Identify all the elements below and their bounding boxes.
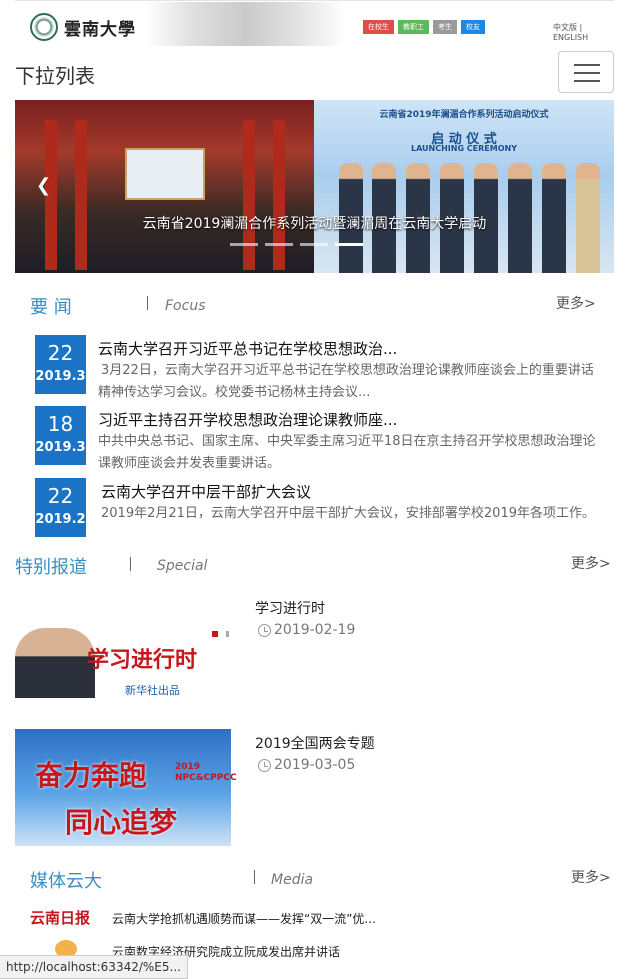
special-title-link[interactable]: 2019全国两会专题: [255, 733, 375, 753]
section-divider: [130, 557, 131, 571]
dropdown-nav-title: 下拉列表: [15, 64, 95, 88]
browser-status-url: http://localhost:63342/%E5...: [0, 955, 188, 979]
carousel-dot[interactable]: [265, 243, 293, 246]
language-switch[interactable]: 中文版 | ENGLISH: [553, 22, 614, 42]
focus-section-title: 要 闻: [30, 297, 72, 318]
media-news-link[interactable]: 云南大学抢抓机遇顺势而谋——发挥“双一流”优...: [112, 910, 376, 927]
media-more-link[interactable]: 更多>: [571, 867, 611, 887]
university-seal-icon: [30, 13, 58, 41]
role-student-link[interactable]: 在校生: [363, 20, 394, 34]
portrait-figure: [15, 628, 95, 698]
news-summary: 3月22日，云南大学召开习近平总书记在学校思想政治理论课教师座谈会上的重要讲话精…: [98, 363, 594, 400]
news-date-badge: 22 2019.3: [35, 335, 86, 394]
carousel-dot[interactable]: [300, 243, 328, 246]
study-time-image-text: 学习进行时: [87, 648, 198, 673]
news-date-badge: 18 2019.3: [35, 406, 86, 465]
study-time-image[interactable]: 学习进行时 新华社出品: [15, 598, 231, 720]
slide-header: 云南省2019年澜湄合作系列活动启动仪式: [379, 110, 549, 120]
npc-image-line2: 同心追梦: [65, 806, 178, 839]
slide-image-auditorium: [15, 100, 314, 273]
study-time-image-subtext: 新华社出品: [125, 684, 180, 697]
role-staff-link[interactable]: 教职工: [398, 20, 429, 34]
news-title-link[interactable]: 云南大学召开习近平总书记在学校思想政治...: [98, 338, 428, 359]
carousel-dot-active[interactable]: [335, 243, 363, 246]
news-title-link[interactable]: 云南大学召开中层干部扩大会议: [101, 481, 431, 502]
media-section-title: 媒体云大: [30, 871, 102, 892]
special-section-title: 特别报道: [15, 557, 87, 578]
news-carousel[interactable]: 云南省2019年澜湄合作系列活动启动仪式 启 动 仪 式 LAUNCHING C…: [15, 100, 614, 273]
news-title-link[interactable]: 习近平主持召开学校思想政治理论课教师座...: [98, 409, 428, 430]
special-date: 2019-02-19: [258, 622, 355, 638]
section-divider: [254, 870, 255, 884]
role-links: 在校生 教职工 考生 校友: [363, 20, 485, 34]
role-applicant-link[interactable]: 考生: [433, 20, 457, 34]
carousel-caption[interactable]: 云南省2019澜湄合作系列活动暨澜湄周在云南大学启动: [15, 213, 614, 233]
clock-icon: [258, 623, 271, 637]
media-section-en: Media: [271, 872, 314, 888]
carousel-dot[interactable]: [230, 243, 258, 246]
yunnan-daily-logo: 云南日报: [30, 909, 91, 927]
logo-text: 雲南大學: [64, 19, 136, 40]
news-summary: 2019年2月21日，云南大学召开中层干部扩大会议，安排部署学校2019年各项工…: [101, 506, 595, 521]
focus-section-en: Focus: [165, 298, 206, 314]
slide-ceremony-subtitle: LAUNCHING CEREMONY: [410, 144, 518, 153]
npc-image-tag: 2019 NPC&CPPCC: [175, 762, 237, 783]
menu-toggle-button[interactable]: [558, 51, 614, 93]
news-summary: 中共中央总书记、国家主席、中央军委主席习近平18日在京主持召开学校思想政治理论课…: [98, 434, 596, 471]
university-logo[interactable]: 雲南大學: [30, 11, 145, 43]
npc-image-line1: 奋力奔跑: [35, 759, 148, 792]
special-title-link[interactable]: 学习进行时: [255, 598, 325, 618]
clock-icon: [258, 758, 271, 772]
slide-image-ceremony: 云南省2019年澜湄合作系列活动启动仪式 启 动 仪 式 LAUNCHING C…: [314, 100, 614, 273]
special-more-link[interactable]: 更多>: [571, 553, 611, 573]
section-divider: [147, 296, 148, 310]
focus-more-link[interactable]: 更多>: [556, 293, 596, 313]
npc-topic-image[interactable]: 奋力奔跑 同心追梦 2019 NPC&CPPCC: [15, 729, 237, 846]
role-alumni-link[interactable]: 校友: [461, 20, 485, 34]
top-header: 雲南大學 在校生 教职工 考生 校友 中文版 | ENGLISH: [15, 0, 614, 46]
special-date: 2019-03-05: [258, 757, 355, 773]
campus-banner-image: [145, 2, 345, 46]
carousel-indicators: [230, 243, 363, 246]
carousel-prev-icon[interactable]: ❮: [36, 175, 51, 196]
news-date-badge: 22 2019.2: [35, 478, 86, 537]
special-section-en: Special: [157, 558, 208, 574]
